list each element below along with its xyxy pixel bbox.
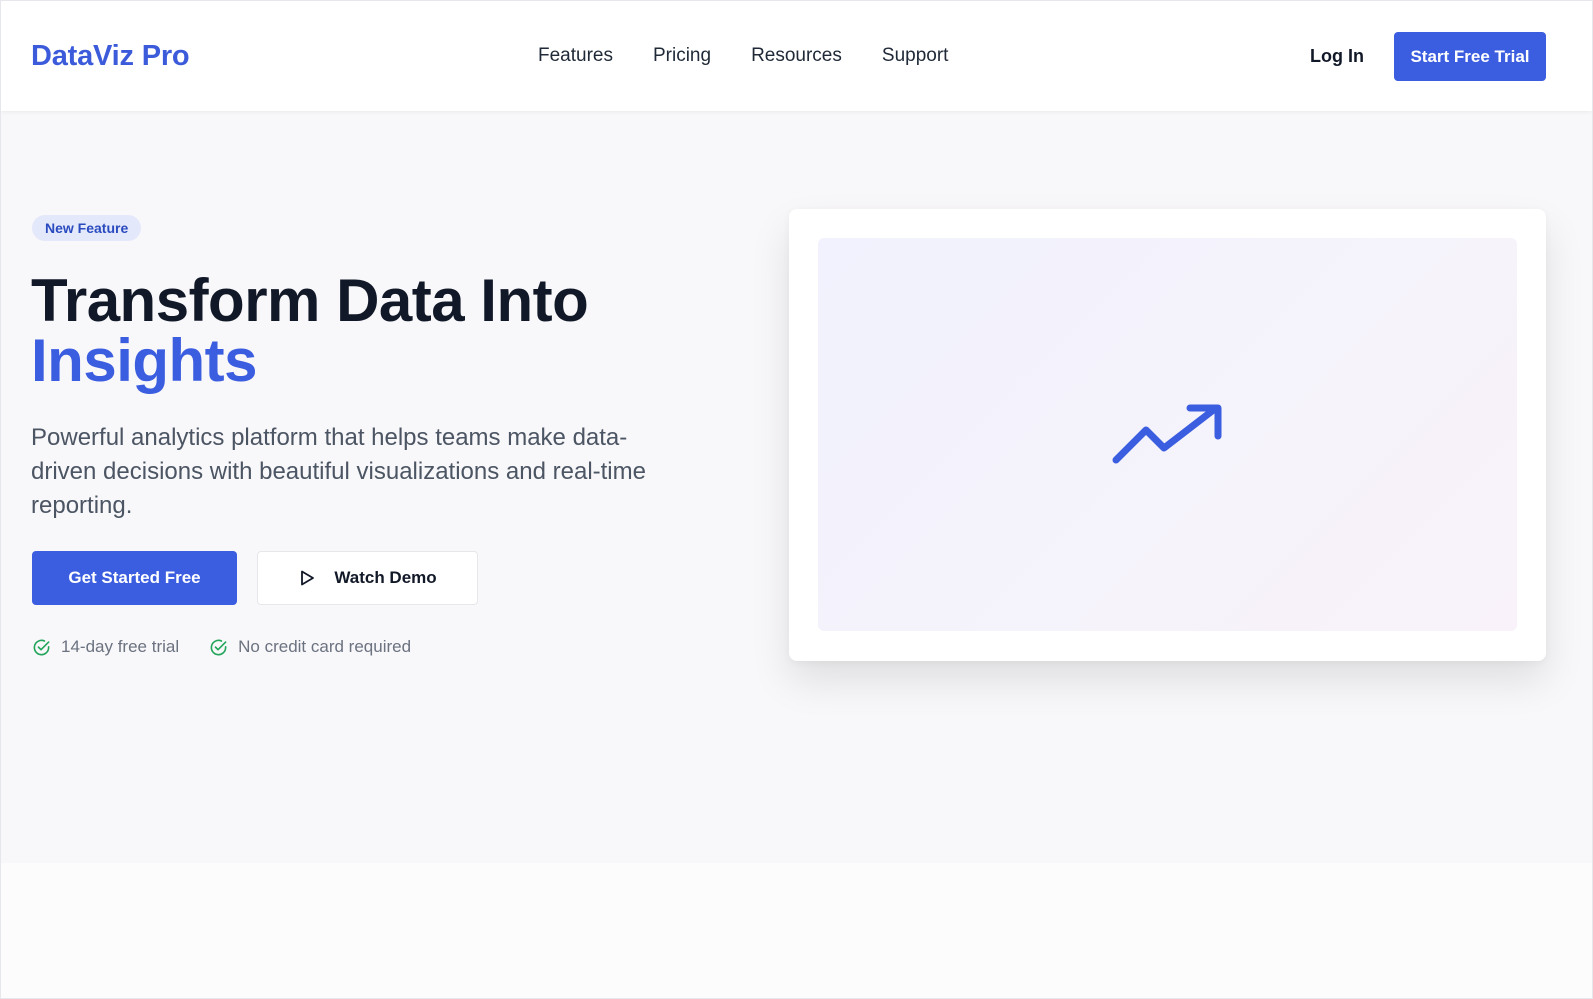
login-link[interactable]: Log In — [1310, 46, 1364, 67]
logo[interactable]: DataViz Pro — [31, 40, 190, 73]
play-icon — [298, 569, 316, 587]
new-feature-badge: New Feature — [32, 215, 142, 241]
check-circle-icon — [209, 638, 228, 657]
preview-card — [789, 209, 1546, 661]
check-circle-icon — [32, 638, 51, 657]
headline-main: Transform Data Into — [31, 267, 589, 334]
navbar: DataViz Pro Features Pricing Resources S… — [1, 1, 1592, 111]
hero-section: New Feature Transform Data Into Insights… — [1, 111, 1592, 863]
check-item-trial: 14-day free trial — [32, 637, 179, 657]
nav-link-features[interactable]: Features — [538, 45, 613, 67]
preview-placeholder — [818, 238, 1517, 631]
get-started-button[interactable]: Get Started Free — [32, 551, 237, 605]
watch-demo-button[interactable]: Watch Demo — [257, 551, 478, 605]
check-label-trial: 14-day free trial — [61, 637, 180, 656]
nav-link-resources[interactable]: Resources — [751, 45, 842, 67]
check-item-no-card: No credit card required — [209, 637, 411, 657]
main-nav: Features Pricing Resources Support — [538, 45, 948, 67]
trending-up-icon — [1112, 404, 1224, 466]
page: DataViz Pro Features Pricing Resources S… — [0, 0, 1593, 999]
nav-link-support[interactable]: Support — [882, 45, 949, 67]
nav-link-pricing[interactable]: Pricing — [653, 45, 711, 67]
trial-checks: 14-day free trial No credit card require… — [32, 637, 411, 657]
below-fold-section — [1, 863, 1592, 998]
check-label-no-card: No credit card required — [238, 637, 412, 656]
start-free-trial-button[interactable]: Start Free Trial — [1394, 32, 1546, 81]
hero-subtext: Powerful analytics platform that helps t… — [31, 424, 646, 519]
hero-headline: Transform Data Into Insights — [31, 271, 589, 394]
watch-demo-label: Watch Demo — [334, 568, 437, 587]
headline-accent: Insights — [31, 327, 258, 394]
